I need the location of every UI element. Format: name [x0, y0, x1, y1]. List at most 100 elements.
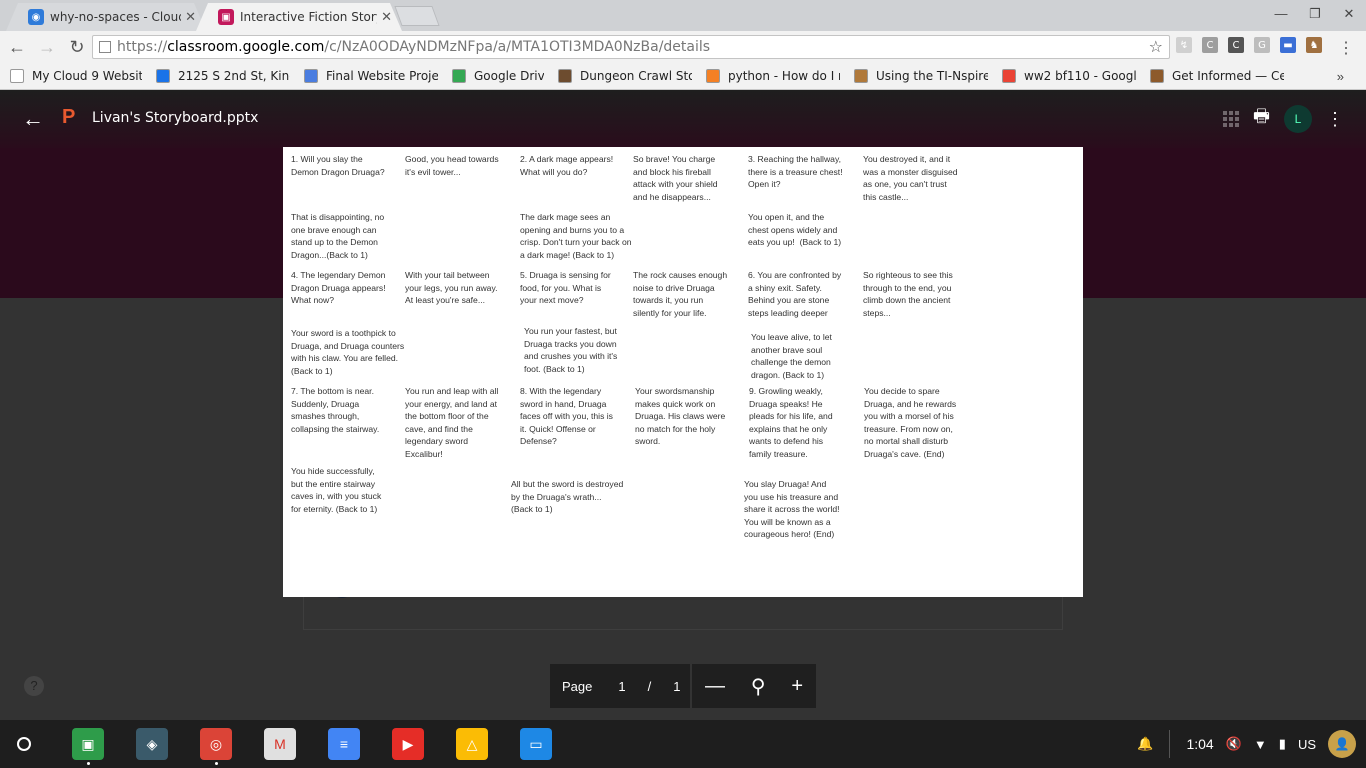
- gmail-app[interactable]: M: [264, 728, 296, 760]
- storyboard-cell: The rock causes enough noise to drive Dr…: [633, 270, 728, 318]
- bookmark-item[interactable]: Google Drive: [452, 69, 544, 83]
- extension-1-icon[interactable]: ↯: [1176, 37, 1192, 53]
- page-label: Page: [562, 678, 593, 694]
- apps-grid-icon[interactable]: [1223, 111, 1239, 127]
- page-number-input[interactable]: 1: [618, 679, 625, 694]
- url-scheme: https://: [117, 39, 168, 55]
- bookmark-item[interactable]: Using the TI-Nspire G: [854, 69, 988, 83]
- drive-app[interactable]: △: [456, 728, 488, 760]
- avatar[interactable]: L: [1284, 105, 1312, 133]
- storyboard-cell: So righteous to see this through to the …: [863, 270, 953, 318]
- address-bar[interactable]: https://classroom.google.com/c/NzA0ODAyN…: [92, 35, 1170, 59]
- launcher-icon[interactable]: [17, 737, 31, 751]
- close-viewer-icon[interactable]: ←: [22, 106, 44, 132]
- tab-cloud9[interactable]: ◉ why-no-spaces - Cloud9 ✕: [6, 3, 206, 31]
- bookmark-label: Final Website Project: [326, 69, 438, 83]
- extension-2-icon[interactable]: C: [1202, 37, 1218, 53]
- bookmark-item[interactable]: python - How do I res: [706, 69, 840, 83]
- storyboard-cell: 7. The bottom is near. Suddenly, Druaga …: [291, 386, 380, 434]
- storyboard-cell: You open it, and the chest opens widely …: [748, 212, 842, 248]
- minimize-icon[interactable]: —: [1264, 0, 1298, 28]
- bookmark-item[interactable]: My Cloud 9 Website: [10, 69, 142, 83]
- file-title: Livan's Storyboard.pptx: [92, 110, 259, 126]
- back-arrow-icon[interactable]: ←: [4, 34, 30, 60]
- bookmarks-bar: My Cloud 9 Website 2125 S 2nd St, Kings Fi…: [0, 63, 1366, 90]
- storyboard-cell: 8. With the legendary sword in hand, Dru…: [520, 386, 613, 447]
- page-total: 1: [673, 678, 681, 694]
- viewer-actions: 🖶 L ⋮: [1223, 104, 1366, 134]
- viewer-header: ← P Livan's Storyboard.pptx 🖶 L ⋮: [0, 90, 1366, 148]
- zoom-out-button[interactable]: —: [705, 675, 725, 698]
- storyboard-cell: So brave! You charge and block his fireb…: [633, 154, 718, 202]
- bookmark-favicon-icon: [156, 69, 170, 83]
- storyboard-cell: 1. Will you slay the Demon Dragon Druaga…: [291, 154, 385, 177]
- storyboard-cell: 4. The legendary Demon Dragon Druaga app…: [291, 270, 386, 306]
- bookmark-favicon-icon: [854, 69, 868, 83]
- battery-icon: ▮: [1278, 736, 1286, 751]
- system-tray[interactable]: 🔔 1:04 🔇 ▼ ▮ US 👤: [1137, 720, 1366, 768]
- close-window-icon[interactable]: ✕: [1332, 0, 1366, 28]
- storyboard-cell: Your swordsmanship makes quick work on D…: [635, 386, 726, 447]
- wifi-icon: ▼: [1253, 736, 1267, 752]
- browser-toolbar: ← → ↻ https://classroom.google.com/c/NzA…: [0, 31, 1366, 63]
- extension-4-icon[interactable]: G: [1254, 37, 1270, 53]
- print-icon[interactable]: 🖶: [1253, 104, 1270, 134]
- zoom-controls: — ⚲ +: [692, 664, 816, 708]
- security-app[interactable]: ◈: [136, 728, 168, 760]
- user-avatar[interactable]: 👤: [1328, 730, 1356, 758]
- bookmark-item[interactable]: ww2 bf110 - Google: [1002, 69, 1136, 83]
- bookmark-favicon-icon: [1002, 69, 1016, 83]
- url-path: /c/NzA0ODAyNDMzNFpa/a/MTA1OTI3MDA0NzBa/d…: [324, 39, 711, 55]
- google-classroom-app[interactable]: ▣: [72, 728, 104, 760]
- notification-bell-icon[interactable]: 🔔: [1137, 736, 1153, 752]
- reload-icon[interactable]: ↻: [64, 34, 90, 60]
- mute-icon: 🔇: [1225, 736, 1242, 751]
- bookmark-label: Get Informed — Cente: [1172, 69, 1284, 83]
- locale-label: US: [1297, 736, 1316, 752]
- extension-6-icon[interactable]: ♞: [1306, 37, 1322, 53]
- window-controls: — ❐ ✕: [1264, 0, 1366, 28]
- storyboard-cell: You run your fastest, but Druaga tracks …: [524, 326, 618, 374]
- file-viewer: ← P Livan's Storyboard.pptx 🖶 L ⋮ ? 1. W…: [0, 90, 1366, 720]
- extension-5-icon[interactable]: ▬: [1280, 37, 1296, 53]
- restore-icon[interactable]: ❐: [1298, 0, 1332, 28]
- bookmark-item[interactable]: Dungeon Crawl Stone: [558, 69, 692, 83]
- bookmark-label: My Cloud 9 Website: [32, 69, 142, 83]
- bookmark-label: python - How do I res: [728, 69, 840, 83]
- bookmark-favicon-icon: [304, 69, 318, 83]
- running-indicator: [87, 762, 90, 765]
- bookmark-item[interactable]: Get Informed — Cente: [1150, 69, 1284, 83]
- zoom-icon[interactable]: ⚲: [751, 674, 766, 699]
- storyboard-cell: You decide to spare Druaga, and he rewar…: [864, 386, 957, 459]
- clock[interactable]: 1:04: [1186, 736, 1213, 752]
- bookmark-favicon-icon: [10, 69, 24, 83]
- close-tab-icon[interactable]: ✕: [185, 9, 196, 25]
- bookmark-star-icon[interactable]: ☆: [1149, 37, 1163, 56]
- storyboard-cell: You hide successfully, but the entire st…: [291, 466, 382, 514]
- storyboard-cell: You run and leap with all your energy, a…: [405, 386, 499, 459]
- new-tab-button[interactable]: [394, 6, 440, 26]
- youtube-app[interactable]: ▶: [392, 728, 424, 760]
- bookmark-item[interactable]: 2125 S 2nd St, Kings: [156, 69, 290, 83]
- bookmarks-overflow-icon[interactable]: »: [1337, 69, 1344, 84]
- bookmark-favicon-icon: [452, 69, 466, 83]
- document-page: 1. Will you slay the Demon Dragon Druaga…: [283, 147, 1083, 597]
- tab-interactive-fiction[interactable]: ▣ Interactive Fiction Storyboard ✕: [196, 3, 402, 31]
- storyboard-cell: 6. You are confronted by a shiny exit. S…: [748, 270, 842, 318]
- zoom-in-button[interactable]: +: [791, 675, 803, 698]
- bookmark-item[interactable]: Final Website Project: [304, 69, 438, 83]
- forward-arrow-icon[interactable]: →: [34, 34, 60, 60]
- help-icon[interactable]: ?: [24, 676, 44, 696]
- more-options-icon[interactable]: ⋮: [1326, 109, 1344, 130]
- files-app[interactable]: ▭: [520, 728, 552, 760]
- chrome-menu-icon[interactable]: ⋮: [1338, 38, 1354, 58]
- storyboard-cell: Your sword is a toothpick to Druaga, and…: [291, 328, 405, 376]
- close-tab-icon[interactable]: ✕: [381, 9, 392, 25]
- extension-3-icon[interactable]: C: [1228, 37, 1244, 53]
- docs-app[interactable]: ≡: [328, 728, 360, 760]
- running-indicator: [215, 762, 218, 765]
- bookmark-favicon-icon: [706, 69, 720, 83]
- tab-title: Interactive Fiction Storyboard: [240, 10, 376, 24]
- chrome-app[interactable]: ◎: [200, 728, 232, 760]
- page-info-icon[interactable]: [99, 41, 111, 53]
